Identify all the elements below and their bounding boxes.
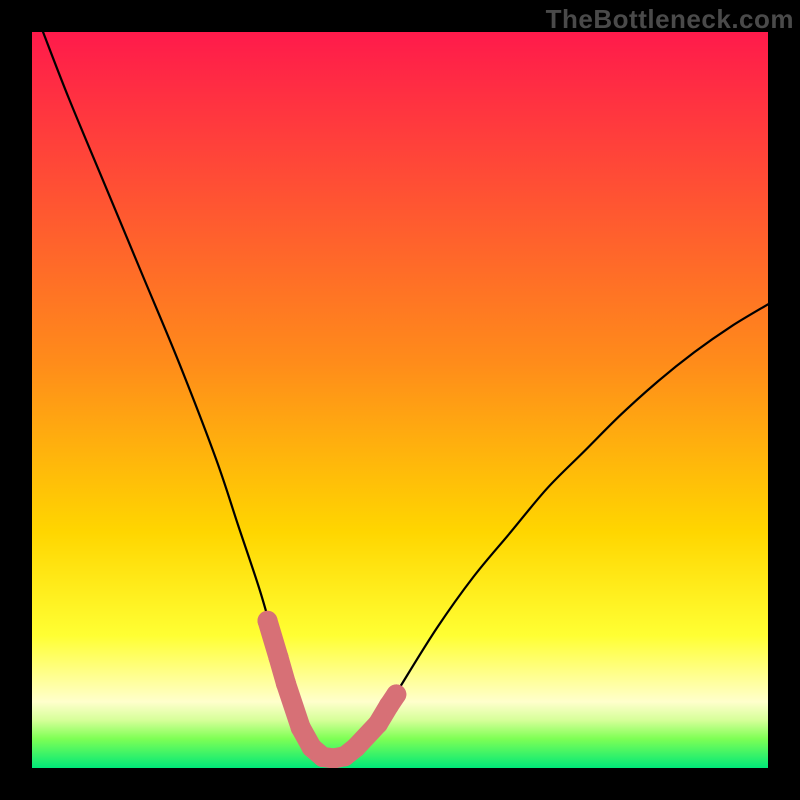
chart-svg	[32, 32, 768, 768]
plot-area	[32, 32, 768, 768]
gradient-bg	[32, 32, 768, 768]
chart-frame: TheBottleneck.com	[0, 0, 800, 800]
marker-dot	[386, 684, 406, 704]
watermark-text: TheBottleneck.com	[546, 4, 794, 35]
